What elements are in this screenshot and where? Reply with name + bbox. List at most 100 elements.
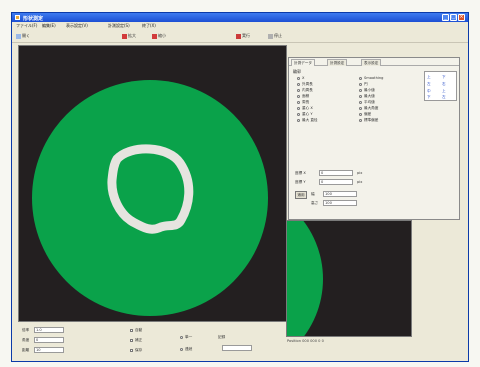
- option-left-4[interactable]: 周長: [297, 100, 309, 105]
- tab-display-settings[interactable]: 表示設定: [361, 59, 382, 66]
- radio-icon: [297, 88, 300, 92]
- distance-input[interactable]: 10: [34, 347, 64, 353]
- height-input[interactable]: 100: [323, 200, 357, 206]
- option-left-1[interactable]: 外周長: [297, 82, 313, 87]
- option-left-7[interactable]: 最大 直径: [297, 118, 318, 123]
- option-right-6[interactable]: 偏差: [359, 112, 371, 117]
- position-box: 上 下 左 右 中 上 下 左: [424, 71, 457, 101]
- check-correct[interactable]: 補正: [130, 338, 142, 343]
- option-label: 周長: [302, 100, 310, 104]
- option-label: X: [302, 76, 305, 80]
- checkbox-icon: [130, 338, 133, 342]
- tab-measure-data[interactable]: 計測データ: [291, 59, 315, 66]
- check-label: 自動: [135, 328, 143, 332]
- option-label: 外周長: [302, 82, 313, 86]
- option-label: 円: [364, 82, 368, 86]
- option-left-0[interactable]: X: [297, 76, 304, 81]
- angle-input[interactable]: 0: [34, 337, 64, 343]
- minimize-button[interactable]: _: [442, 14, 449, 21]
- option-left-5[interactable]: 重心 X: [297, 106, 313, 111]
- option-label: 偏差: [364, 112, 372, 116]
- pos-option[interactable]: 中: [427, 89, 431, 94]
- check-label: 保存: [135, 348, 143, 352]
- preview-viewport[interactable]: [286, 220, 412, 337]
- radio-continuous[interactable]: 連続: [180, 347, 192, 352]
- stop-icon: [268, 33, 273, 39]
- zoom-out-tool[interactable]: 縮小: [152, 32, 166, 40]
- zoom-out-label: 縮小: [158, 33, 166, 38]
- zoom-out-icon: [152, 33, 157, 39]
- option-label: 最大値: [364, 94, 375, 98]
- record-input[interactable]: [222, 345, 252, 351]
- radio-icon: [359, 94, 362, 98]
- option-left-3[interactable]: 面積: [297, 94, 309, 99]
- option-right-7[interactable]: 標準偏差: [359, 118, 378, 123]
- option-right-3[interactable]: 最大値: [359, 94, 375, 99]
- open-tool[interactable]: 開く: [16, 32, 30, 40]
- checkbox-icon: [130, 328, 133, 332]
- close-button[interactable]: ×: [458, 14, 465, 21]
- zoom-in-tool[interactable]: 拡大: [122, 32, 136, 40]
- run-icon: [236, 33, 241, 39]
- pos-option[interactable]: 下: [442, 75, 446, 80]
- radio-icon: [359, 88, 362, 92]
- radio-icon: [359, 106, 362, 110]
- row-label: 幅: [311, 192, 315, 196]
- option-label: 最大角度: [364, 106, 379, 110]
- width-input[interactable]: 100: [323, 191, 357, 197]
- bottom-row-label: 角度: [22, 338, 30, 342]
- option-right-1[interactable]: 円: [359, 82, 368, 87]
- option-left-2[interactable]: 内周長: [297, 88, 313, 93]
- zoom-in-label: 拡大: [128, 33, 136, 38]
- stop-label: 停止: [274, 33, 282, 38]
- record-label: 記録: [218, 335, 226, 339]
- tab-measure-settings[interactable]: 計測設定: [327, 59, 348, 66]
- check-auto[interactable]: 自動: [130, 328, 142, 333]
- status-text: Position 000 000 0 0: [287, 339, 324, 343]
- radio-icon: [297, 94, 300, 98]
- image-viewport[interactable]: [18, 45, 287, 322]
- check-save[interactable]: 保存: [130, 348, 142, 353]
- scale-input[interactable]: 1.0: [34, 327, 64, 333]
- settings-panel: 計測データ 計測設定 表示設定 輪郭 X 外周長 内周長 面積 周長 重心 X …: [288, 57, 460, 220]
- radio-icon: [180, 335, 183, 339]
- option-right-4[interactable]: 平均値: [359, 100, 375, 105]
- radio-single[interactable]: 単一: [180, 335, 192, 340]
- radio-icon: [359, 112, 362, 116]
- radio-icon: [359, 118, 362, 122]
- toolbar: 開く 拡大 縮小 実行 停止: [12, 29, 468, 43]
- group-label: 輪郭: [293, 69, 301, 74]
- option-left-6[interactable]: 重心 Y: [297, 112, 313, 117]
- pos-option[interactable]: 右: [442, 82, 446, 87]
- run-tool[interactable]: 実行: [236, 32, 250, 40]
- x-coordinate-input[interactable]: 0: [319, 170, 353, 176]
- green-disk: [32, 80, 268, 316]
- maximize-button[interactable]: □: [450, 14, 457, 21]
- y-coordinate-input[interactable]: 0: [319, 179, 353, 185]
- menu-bar: ファイル(F) 編集(E) 表示設定(V) 計測設定(S) 終了(X): [12, 22, 468, 29]
- option-right-2[interactable]: 最小値: [359, 88, 375, 93]
- checkbox-icon: [130, 348, 133, 352]
- option-right-5[interactable]: 最大角度: [359, 106, 378, 111]
- pos-option[interactable]: 上: [442, 89, 446, 94]
- pos-option[interactable]: 左: [442, 95, 446, 100]
- panel-tabs: 計測データ 計測設定 表示設定: [289, 58, 459, 66]
- main-window: 形状測定 _ □ × ファイル(F) 編集(E) 表示設定(V) 計測設定(S)…: [11, 12, 469, 362]
- radio-icon: [297, 100, 300, 104]
- row-label: 座標 Y: [295, 180, 306, 184]
- preview-image: [287, 221, 323, 336]
- pos-option[interactable]: 左: [427, 82, 431, 87]
- check-label: 補正: [135, 338, 143, 342]
- option-label: 標準偏差: [364, 118, 379, 122]
- radio-icon: [180, 347, 183, 351]
- open-icon: [16, 33, 21, 39]
- option-label: 最小値: [364, 88, 375, 92]
- measurement-image: [32, 80, 268, 316]
- row-label: 高さ: [311, 201, 319, 205]
- pos-option[interactable]: 上: [427, 75, 431, 80]
- apply-button[interactable]: 適用: [295, 191, 307, 199]
- pos-option[interactable]: 下: [427, 95, 431, 100]
- stop-tool[interactable]: 停止: [268, 32, 282, 40]
- radio-label: 連続: [185, 347, 193, 351]
- option-right-0[interactable]: Smoothing: [359, 76, 383, 81]
